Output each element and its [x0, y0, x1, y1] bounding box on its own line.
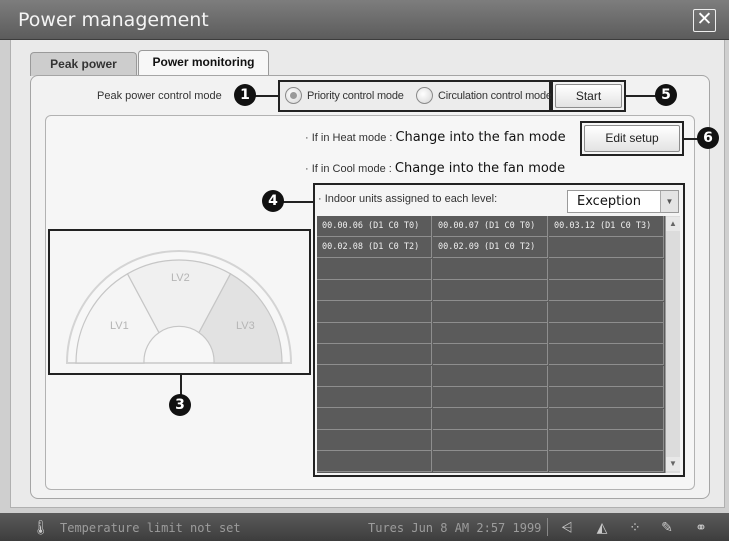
table-cell — [549, 258, 664, 280]
brush-icon[interactable]: ✎ — [656, 518, 678, 536]
table-cell — [433, 280, 548, 302]
gauge-label-lv1: LV1 — [110, 320, 129, 332]
table-cell — [549, 280, 664, 302]
table-cell — [549, 301, 664, 323]
callout-4-badge: 4 — [262, 190, 284, 212]
thermometer-icon: 🌡 — [32, 519, 50, 535]
table-cell — [433, 365, 548, 387]
table-cell — [317, 408, 432, 430]
table-cell — [433, 258, 548, 280]
callout-6-badge: 6 — [697, 127, 719, 149]
table-cell — [549, 430, 664, 451]
heat-mode-value: Change into the fan mode — [395, 130, 566, 145]
callout-5-leader — [626, 95, 656, 97]
table-cell — [549, 344, 664, 366]
chevron-down-icon[interactable]: ▼ — [660, 191, 678, 212]
table-cell — [433, 301, 548, 323]
peak-power-control-mode-label: Peak power control mode — [97, 90, 222, 102]
table-cell — [549, 408, 664, 430]
indoor-units-table: 00.00.06 (D1 C0 T0) 00.00.07 (D1 C0 T0) 00… — [317, 216, 665, 473]
table-cell — [549, 365, 664, 387]
unit-entry[interactable]: 00.02.08 (D1 C0 T2) — [317, 237, 432, 259]
indoor-units-label: · Indoor units assigned to each level: — [318, 193, 498, 205]
window-title: Power management — [18, 9, 209, 31]
network-icon[interactable]: ⚭ — [690, 518, 712, 536]
circulation-control-label[interactable]: Circulation control mode — [438, 90, 552, 102]
table-cell — [317, 451, 432, 473]
table-cell — [549, 387, 664, 409]
cool-mode-info: · If in Cool mode : Change into the fan … — [305, 161, 565, 176]
table-cell — [433, 323, 548, 344]
table-cell — [433, 344, 548, 366]
level-select[interactable]: Exception ▼ — [567, 190, 679, 213]
priority-control-label[interactable]: Priority control mode — [307, 90, 404, 102]
priority-control-radio[interactable] — [285, 87, 302, 104]
callout-4-leader — [283, 201, 315, 203]
table-cell — [317, 430, 432, 451]
table-cell — [317, 365, 432, 387]
unit-entry[interactable]: 00.03.12 (D1 C0 T3) — [549, 216, 664, 237]
scroll-down-icon[interactable]: ▼ — [666, 457, 680, 471]
table-cell — [433, 451, 548, 473]
cool-mode-label: · If in Cool mode : — [305, 163, 395, 175]
level-gauge: LV1 LV2 LV3 — [65, 250, 293, 364]
circulation-control-radio[interactable] — [416, 87, 433, 104]
fan-icon[interactable]: ⁘ — [624, 518, 646, 536]
satellite-icon[interactable]: ◭ — [590, 518, 614, 536]
callout-3-leader — [180, 375, 182, 395]
table-cell — [317, 301, 432, 323]
table-cell — [317, 280, 432, 302]
status-bar: 🌡 Temperature limit not set Tures Jun 8 … — [0, 513, 729, 541]
status-datetime: Tures Jun 8 AM 2:57 1999 — [368, 521, 542, 535]
callout-5-badge: 5 — [655, 84, 677, 106]
heat-mode-label: · If in Heat mode : — [305, 132, 396, 144]
table-cell — [433, 430, 548, 451]
gauge-label-lv3: LV3 — [236, 320, 255, 332]
tab-peak-power[interactable]: Peak power — [30, 52, 137, 76]
close-icon: ✕ — [696, 9, 713, 30]
table-cell — [549, 237, 664, 259]
table-cell — [317, 344, 432, 366]
close-button[interactable]: ✕ — [693, 9, 716, 32]
callout-6-leader — [684, 138, 698, 140]
temperature-status: Temperature limit not set — [60, 521, 241, 535]
level-select-value: Exception — [577, 194, 641, 209]
table-cell — [433, 408, 548, 430]
heat-mode-info: · If in Heat mode : Change into the fan … — [305, 130, 566, 145]
title-bar: Power management ✕ — [0, 0, 729, 40]
table-cell — [549, 323, 664, 344]
table-cell — [549, 451, 664, 473]
unit-entry[interactable]: 00.00.07 (D1 C0 T0) — [433, 216, 548, 237]
cool-mode-value: Change into the fan mode — [394, 161, 566, 176]
status-separator — [547, 518, 548, 536]
callout-3-badge: 3 — [169, 394, 191, 416]
callout-1-leader — [254, 95, 280, 97]
table-cell — [317, 258, 432, 280]
units-scrollbar[interactable]: ▲ ▼ — [665, 216, 680, 473]
gauge-label-lv2: LV2 — [171, 272, 190, 284]
tab-power-monitoring[interactable]: Power monitoring — [138, 50, 269, 76]
start-button[interactable]: Start — [555, 84, 622, 108]
scroll-up-icon[interactable]: ▲ — [666, 217, 680, 231]
table-cell — [317, 323, 432, 344]
unit-entry[interactable]: 00.00.06 (D1 C0 T0) — [317, 216, 432, 237]
schedule-icon[interactable]: ⩤ — [556, 518, 578, 536]
table-cell — [317, 387, 432, 409]
unit-entry[interactable]: 00.02.09 (D1 C0 T2) — [433, 237, 548, 259]
edit-setup-button[interactable]: Edit setup — [584, 125, 680, 152]
table-cell — [433, 387, 548, 409]
callout-1-badge: 1 — [234, 84, 256, 106]
